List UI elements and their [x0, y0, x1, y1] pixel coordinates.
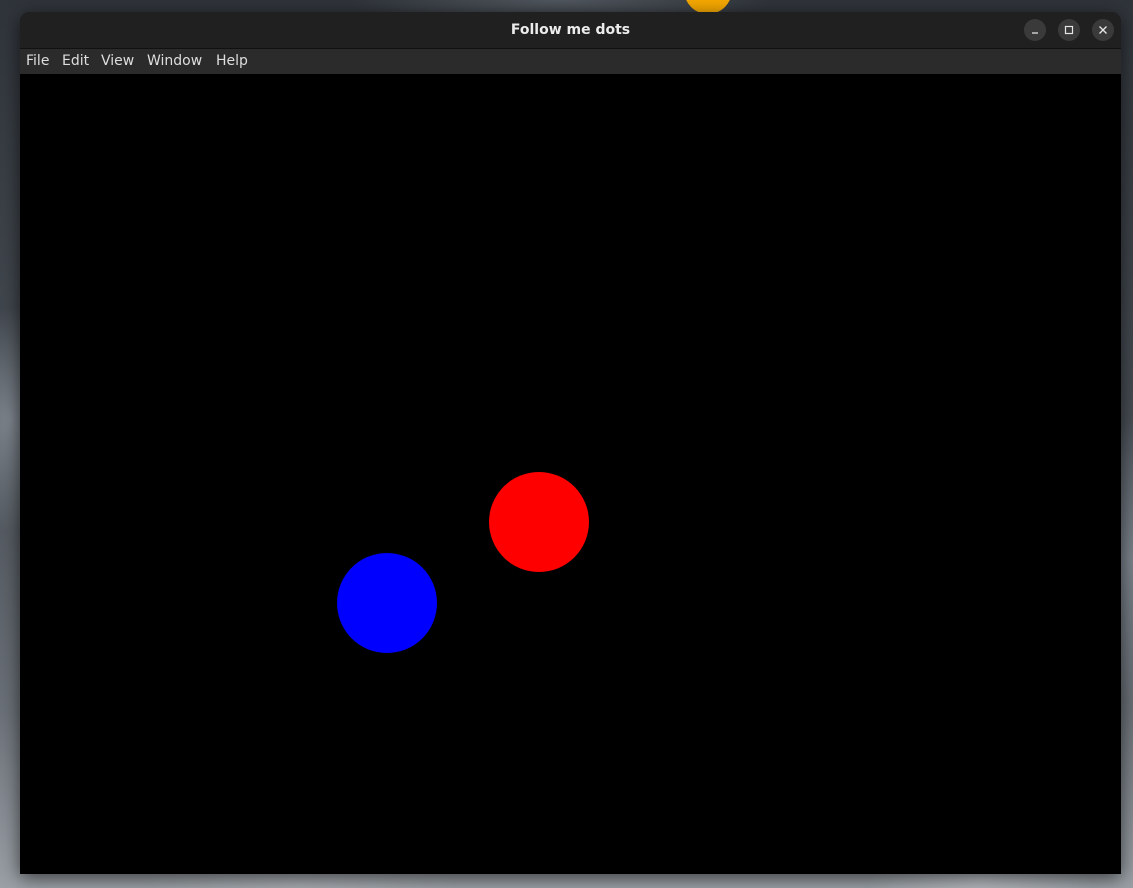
- menu-window[interactable]: Window: [147, 49, 202, 74]
- menu-edit[interactable]: Edit: [62, 49, 89, 74]
- menu-help[interactable]: Help: [216, 49, 248, 74]
- minimize-button[interactable]: [1024, 19, 1046, 41]
- minimize-icon: [1032, 32, 1038, 34]
- maximize-button[interactable]: [1058, 19, 1080, 41]
- blue-dot: [337, 553, 437, 653]
- drawing-canvas[interactable]: [20, 74, 1121, 874]
- menu-view[interactable]: View: [101, 49, 134, 74]
- menu-bar: File Edit View Window Help: [20, 49, 1121, 74]
- app-window: Follow me dots File Edit View Window Hel…: [20, 12, 1121, 874]
- close-button[interactable]: [1092, 19, 1114, 41]
- red-dot: [489, 472, 589, 572]
- close-icon: [1099, 26, 1107, 34]
- title-bar[interactable]: Follow me dots: [20, 12, 1121, 49]
- maximize-icon: [1064, 25, 1074, 35]
- window-title: Follow me dots: [510, 22, 631, 38]
- menu-file[interactable]: File: [26, 49, 49, 74]
